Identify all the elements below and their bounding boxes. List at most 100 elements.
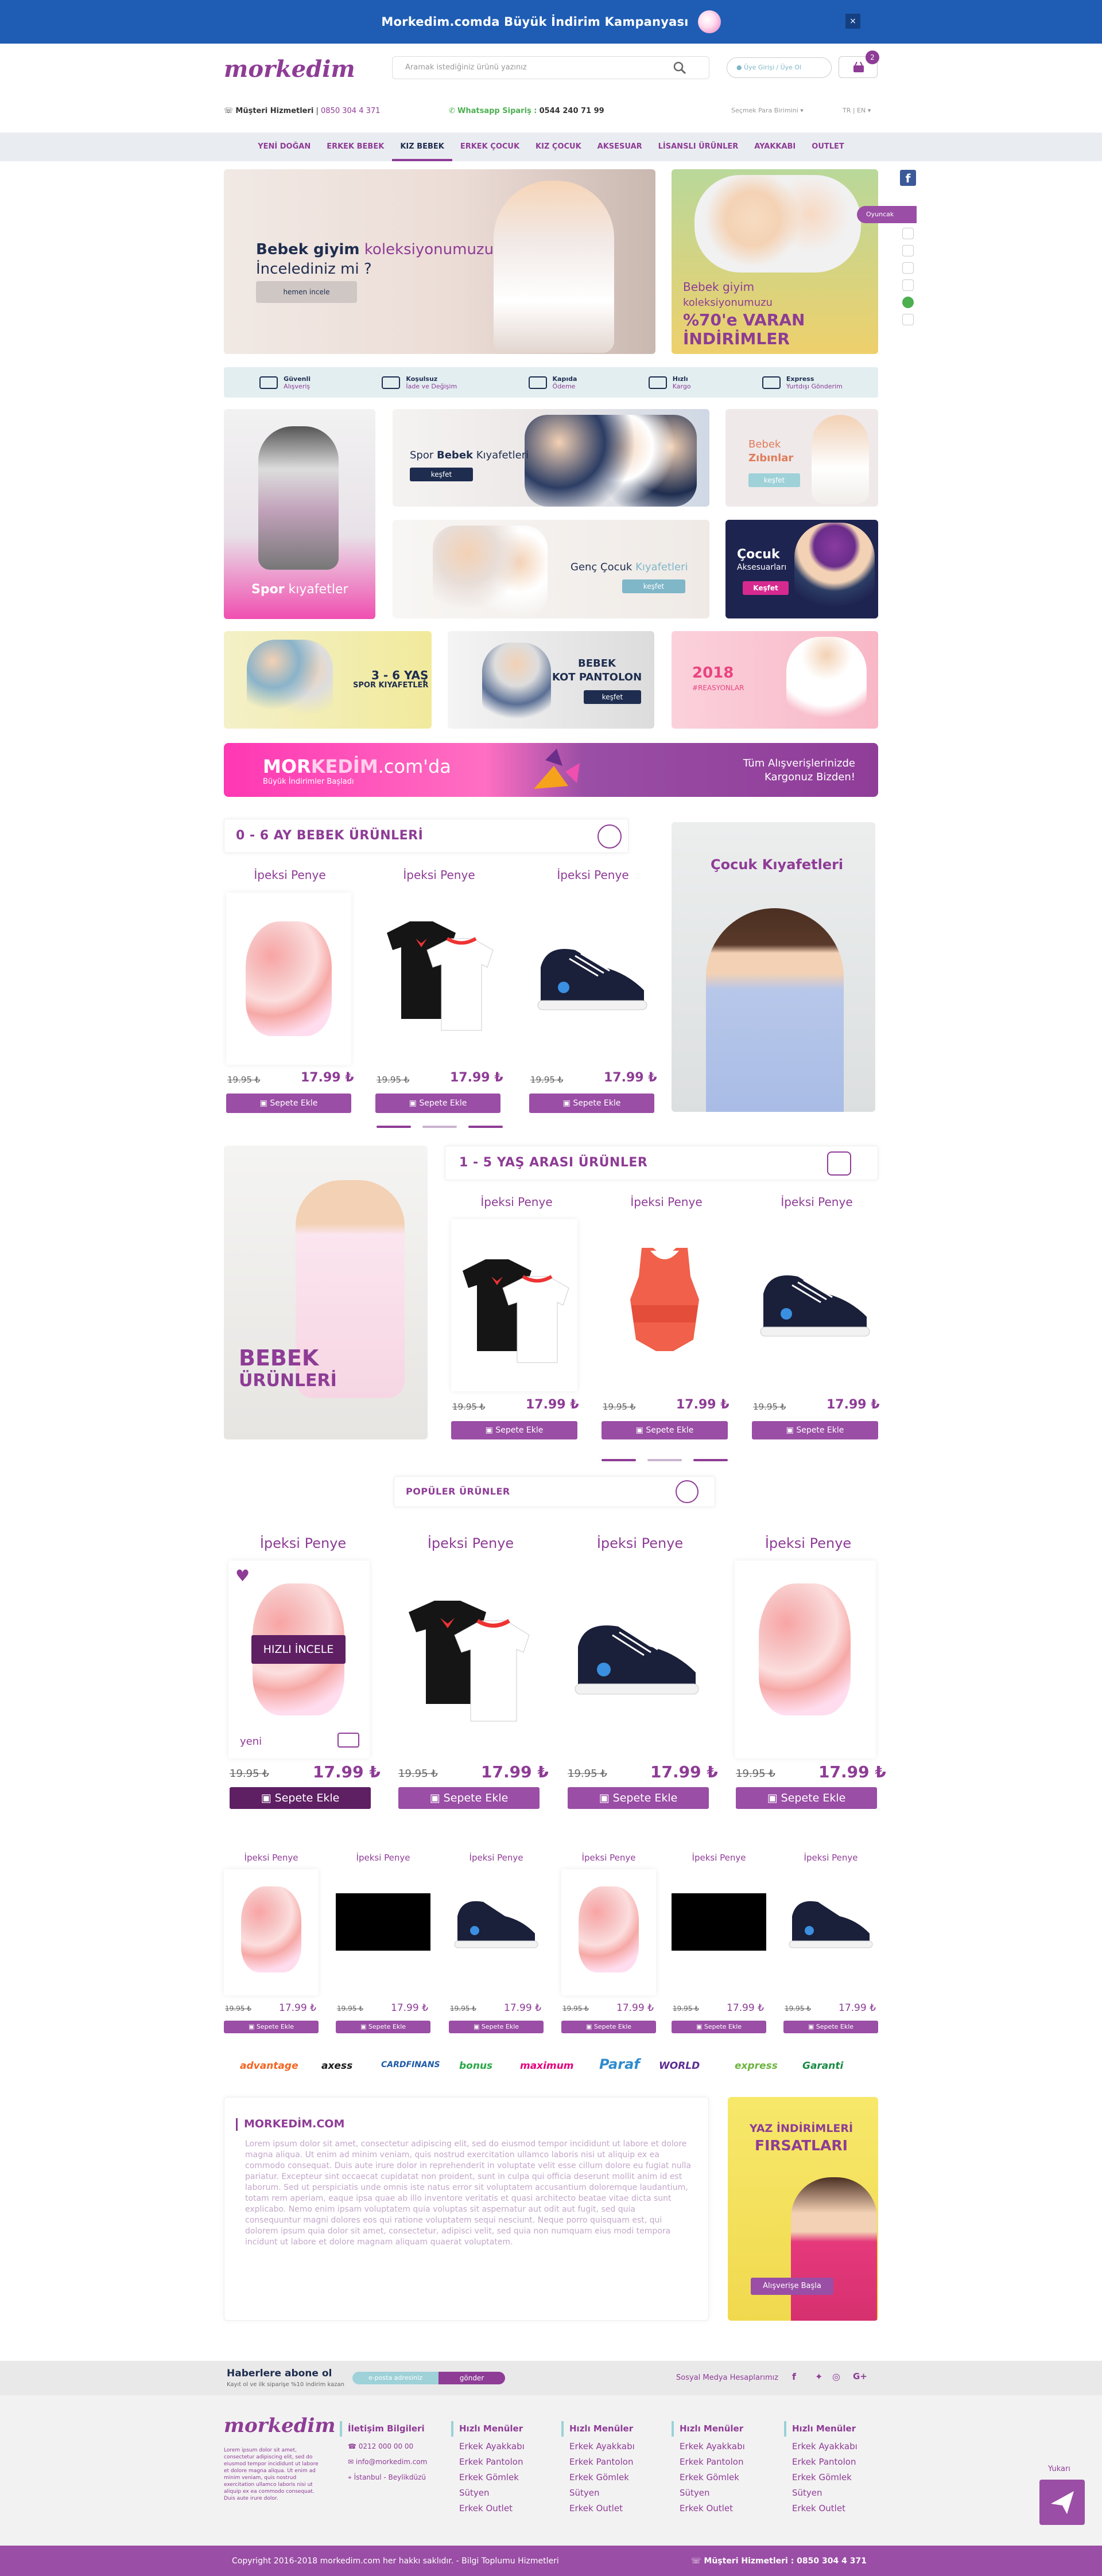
- tile-2018[interactable]: 2018 #REASYONLAR: [672, 631, 878, 729]
- campaign-banner[interactable]: Morkedim.comda Büyük İndirim Kampanyası …: [0, 0, 1102, 44]
- brand-cardfinans[interactable]: CARDFINANS: [381, 2060, 440, 2069]
- add-to-cart-button[interactable]: ▣ Sepete Ekle: [568, 1787, 709, 1809]
- brand-paraf[interactable]: Paraf: [599, 2056, 640, 2072]
- footer-link[interactable]: Erkek Outlet: [672, 2501, 745, 2516]
- add-to-cart-button[interactable]: ▣ Sepete Ekle: [336, 2021, 430, 2033]
- footer-link[interactable]: Erkek Pantolon: [561, 2454, 635, 2470]
- kesfet-button[interactable]: keşfet: [584, 690, 641, 704]
- product-name[interactable]: İpeksi Penye: [751, 1195, 883, 1209]
- side-promo-banner[interactable]: Bebek giyim koleksiyonumuzu %70'e VARAN …: [672, 169, 878, 354]
- heart-icon[interactable]: ♥: [235, 1566, 250, 1585]
- footer-link[interactable]: Erkek Ayakkabı: [451, 2439, 525, 2454]
- currency-select[interactable]: Seçmek Para Birimini ▾: [731, 107, 804, 114]
- footer-link[interactable]: Sütyen: [784, 2485, 857, 2501]
- product-name[interactable]: İpeksi Penye: [451, 1195, 583, 1209]
- product-name[interactable]: İpeksi Penye: [527, 868, 659, 882]
- add-to-cart-button[interactable]: ▣ Sepete Ekle: [224, 2021, 319, 2033]
- product-name[interactable]: İpeksi Penye: [396, 1535, 545, 1551]
- footer-link[interactable]: Erkek Gömlek: [561, 2470, 635, 2485]
- product-image[interactable]: [602, 1219, 728, 1391]
- carousel-dot[interactable]: [377, 1126, 411, 1128]
- side-banner-cocuk[interactable]: Çocuk Kıyafetleri: [672, 822, 875, 1112]
- footer-email[interactable]: ✉ info@morkedim.com: [340, 2454, 432, 2470]
- add-to-cart-button[interactable]: ▣ Sepete Ekle: [529, 1094, 654, 1113]
- carousel-dot[interactable]: [693, 1459, 728, 1461]
- footer-link[interactable]: Erkek Gömlek: [784, 2470, 857, 2485]
- product-image[interactable]: [375, 893, 500, 1065]
- logo[interactable]: morkedim: [224, 56, 355, 83]
- hero-button[interactable]: hemen incele: [256, 281, 357, 303]
- sale-banner[interactable]: YAZ İNDİRİMLERİ FIRSATLARI Alışverişe Baş…: [728, 2097, 878, 2321]
- product-name[interactable]: İpeksi Penye: [561, 1853, 656, 1863]
- footer-link[interactable]: Erkek Gömlek: [672, 2470, 745, 2485]
- twitter-icon[interactable]: ✦: [815, 2371, 822, 2382]
- footer-link[interactable]: Sütyen: [451, 2485, 525, 2501]
- carousel-dot[interactable]: [647, 1459, 682, 1461]
- footer-link[interactable]: Erkek Ayakkabı: [784, 2439, 857, 2454]
- tile-zibin[interactable]: Bebek Zıbınlar keşfet: [725, 409, 878, 507]
- brand-maximum[interactable]: maximum: [520, 2060, 574, 2072]
- googleplus-icon[interactable]: G+: [853, 2371, 867, 2382]
- product-name[interactable]: İpeksi Penye: [224, 1853, 319, 1863]
- carousel-dot[interactable]: [468, 1126, 503, 1128]
- promo-bar[interactable]: MORKEDİM.com'da Büyük İndirimler Başladı…: [224, 743, 878, 797]
- brand-garanti[interactable]: Garanti: [802, 2060, 843, 2072]
- footer-logo[interactable]: morkedim: [224, 2414, 335, 2437]
- product-name[interactable]: İpeksi Penye: [672, 1853, 766, 1863]
- quick-view-button[interactable]: HIZLI İNCELE: [251, 1635, 346, 1664]
- side-icon[interactable]: [902, 314, 914, 325]
- footer-link[interactable]: Sütyen: [561, 2485, 635, 2501]
- scroll-top-button[interactable]: [1039, 2480, 1085, 2525]
- product-name[interactable]: İpeksi Penye: [224, 868, 356, 882]
- language-select[interactable]: TR | EN ▾: [843, 107, 871, 114]
- product-name[interactable]: İpeksi Penye: [373, 868, 505, 882]
- footer-link[interactable]: Erkek Ayakkabı: [672, 2439, 745, 2454]
- footer-link[interactable]: Erkek Ayakkabı: [561, 2439, 635, 2454]
- product-image-placeholder[interactable]: [672, 1893, 766, 1951]
- footer-link[interactable]: Erkek Pantolon: [784, 2454, 857, 2470]
- side-icon[interactable]: [902, 262, 914, 274]
- brand-express[interactable]: express: [735, 2060, 778, 2072]
- footer-link[interactable]: Erkek Pantolon: [672, 2454, 745, 2470]
- brand-advantage[interactable]: advantage: [240, 2060, 298, 2072]
- add-to-cart-button[interactable]: ▣ Sepete Ekle: [451, 1421, 577, 1439]
- add-to-cart-button[interactable]: ▣ Sepete Ekle: [736, 1787, 877, 1809]
- product-name[interactable]: İpeksi Penye: [783, 1853, 878, 1863]
- facebook-icon[interactable]: f: [900, 170, 916, 186]
- nav-yeni-dogan[interactable]: YENİ DOĞAN: [250, 133, 319, 161]
- add-to-cart-button[interactable]: ▣ Sepete Ekle: [783, 2021, 878, 2033]
- add-to-cart-button[interactable]: ▣ Sepete Ekle: [561, 2021, 656, 2033]
- product-image[interactable]: [529, 893, 654, 1065]
- brand-world[interactable]: WORLD: [659, 2060, 700, 2072]
- footer-link[interactable]: Erkek Pantolon: [451, 2454, 525, 2470]
- side-banner-bebek[interactable]: BEBEK ÜRÜNLERİ: [224, 1146, 428, 1439]
- brand-axess[interactable]: axess: [321, 2060, 352, 2072]
- tile-spor36[interactable]: 3 - 6 YAŞ SPOR KIYAFETLER: [224, 631, 432, 729]
- tile-spor-bebek[interactable]: Spor Bebek Kıyafetleri keşfet: [393, 409, 709, 507]
- nav-aksesuar[interactable]: AKSESUAR: [589, 133, 650, 161]
- add-to-cart-button[interactable]: ▣ Sepete Ekle: [672, 2021, 766, 2033]
- side-icon[interactable]: [902, 245, 914, 256]
- tile-spor[interactable]: Spor kıyafetler: [224, 409, 375, 619]
- newsletter-submit-button[interactable]: gönder: [439, 2372, 505, 2384]
- product-image[interactable]: [566, 1561, 708, 1758]
- footer-link[interactable]: Erkek Outlet: [561, 2501, 635, 2516]
- add-to-cart-button[interactable]: ▣ Sepete Ekle: [449, 2021, 544, 2033]
- product-name[interactable]: İpeksi Penye: [228, 1535, 378, 1551]
- kesfet-button[interactable]: keşfet: [410, 468, 473, 481]
- kesfet-button[interactable]: Keşfet: [743, 581, 789, 595]
- cs-phone[interactable]: 0850 304 4 371: [321, 107, 380, 115]
- close-icon[interactable]: ×: [845, 14, 860, 29]
- product-image-placeholder[interactable]: [336, 1893, 430, 1951]
- nav-erkek-bebek[interactable]: ERKEK BEBEK: [319, 133, 392, 161]
- carousel-dot[interactable]: [422, 1126, 457, 1128]
- side-icon[interactable]: [902, 228, 914, 239]
- tile-kot[interactable]: BEBEK KOT PANTOLON keşfet: [448, 631, 654, 729]
- product-image[interactable]: [224, 1869, 319, 1995]
- footer-link[interactable]: Erkek Outlet: [784, 2501, 857, 2516]
- hero-banner[interactable]: Bebek giyim koleksiyonumuzu İncelediniz m…: [224, 169, 655, 354]
- nav-erkek-cocuk[interactable]: ERKEK ÇOCUK: [452, 133, 527, 161]
- nav-outlet[interactable]: OUTLET: [804, 133, 852, 161]
- toy-tab[interactable]: Oyuncak: [857, 206, 917, 223]
- product-image[interactable]: [735, 1561, 876, 1758]
